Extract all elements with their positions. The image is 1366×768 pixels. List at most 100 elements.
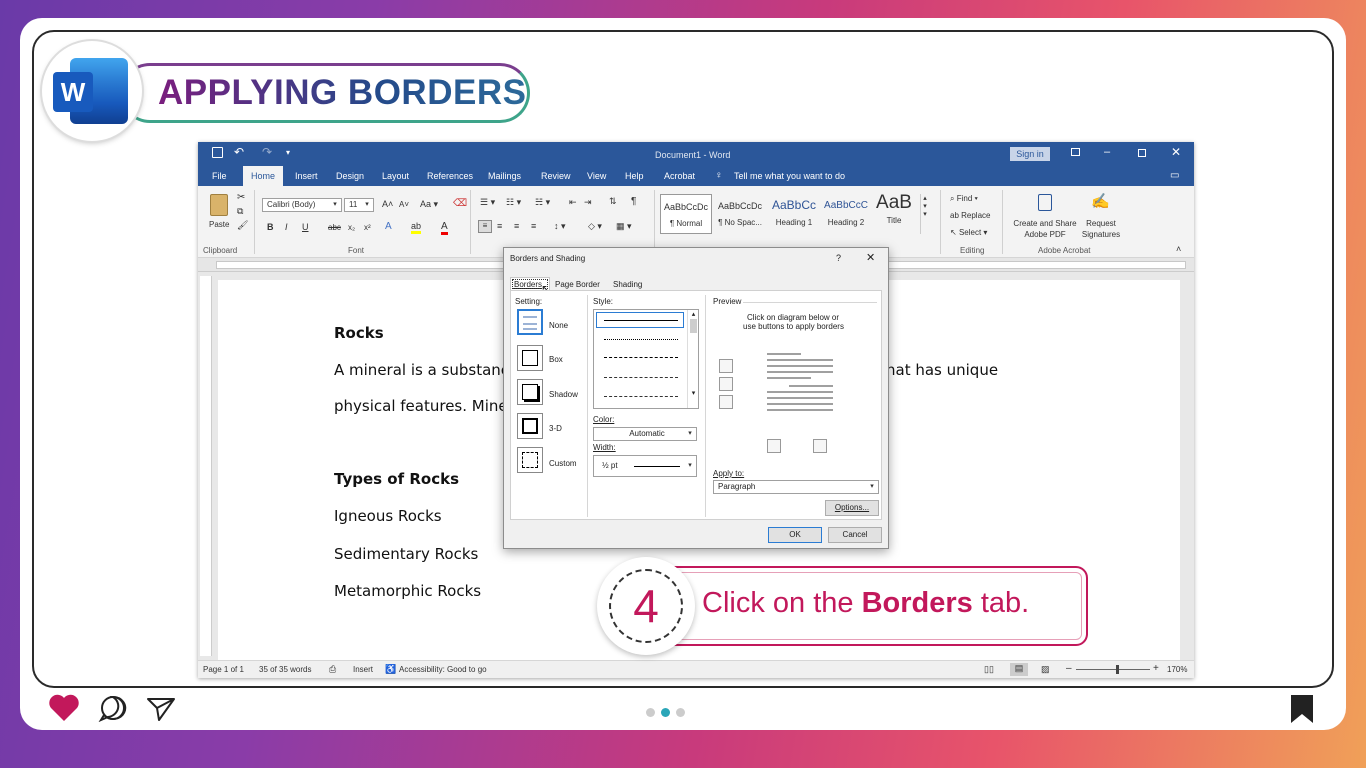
tab-mailings[interactable]: Mailings <box>488 166 521 186</box>
tab-file[interactable]: File <box>212 166 227 186</box>
setting-shadow-label[interactable]: Shadow <box>549 390 578 399</box>
show-marks-icon[interactable]: ¶ <box>631 196 636 207</box>
inside-horizontal-border-button[interactable] <box>719 377 733 391</box>
close-icon[interactable]: ✕ <box>1171 145 1181 159</box>
find-button[interactable]: ⌕ Find ▾ <box>950 194 978 204</box>
carousel-dot[interactable] <box>646 708 655 717</box>
width-select[interactable]: ½ pt ▾ <box>593 455 697 477</box>
numbering-icon[interactable]: ☷ ▾ <box>506 197 521 208</box>
align-left-icon[interactable]: ≡ <box>478 220 492 233</box>
shading-icon[interactable]: ◇ ▾ <box>588 221 602 232</box>
clear-formatting-icon[interactable]: ⌫ <box>453 198 467 209</box>
tab-help[interactable]: Help <box>625 166 644 186</box>
borders-icon[interactable]: ▦ ▾ <box>616 221 632 232</box>
paste-button[interactable]: Paste <box>209 220 229 229</box>
italic-icon[interactable]: I <box>285 222 288 232</box>
sign-in-button[interactable]: Sign in <box>1010 147 1050 161</box>
tab-design[interactable]: Design <box>336 166 364 186</box>
format-painter-icon[interactable]: 🖌 <box>237 220 248 231</box>
font-color-icon[interactable]: A <box>441 221 448 235</box>
line-style-dash-large[interactable] <box>604 377 678 378</box>
insert-mode[interactable]: Insert <box>353 665 373 674</box>
setting-custom-label[interactable]: Custom <box>549 459 577 468</box>
top-border-button[interactable] <box>719 359 733 373</box>
print-layout-icon[interactable]: ▤ <box>1010 663 1028 676</box>
preview-diagram[interactable] <box>757 345 837 415</box>
tab-review[interactable]: Review <box>541 166 571 186</box>
grow-font-icon[interactable]: A˄ <box>382 199 393 209</box>
subscript-icon[interactable]: x₂ <box>348 223 355 232</box>
replace-button[interactable]: ab Replace <box>950 211 990 220</box>
collapse-ribbon-icon[interactable]: ˄ <box>1176 244 1181 254</box>
line-style-solid[interactable] <box>604 320 678 321</box>
ok-button[interactable]: OK <box>768 527 822 543</box>
proofing-icon[interactable]: ⎙ <box>329 664 336 675</box>
decrease-indent-icon[interactable]: ⇤ <box>569 197 577 208</box>
setting-3d-label[interactable]: 3-D <box>549 424 562 433</box>
zoom-slider[interactable] <box>1076 669 1150 670</box>
font-size-select[interactable]: 11 ▾ <box>344 198 374 212</box>
text-effects-icon[interactable]: A <box>385 221 392 232</box>
change-case-icon[interactable]: Aa ▾ <box>420 199 438 210</box>
redo-icon[interactable]: ↷ <box>262 145 272 159</box>
tab-view[interactable]: View <box>587 166 606 186</box>
setting-none-icon[interactable] <box>517 309 543 335</box>
vertical-ruler[interactable] <box>200 276 212 656</box>
apply-to-select[interactable]: Paragraph ▾ <box>713 480 879 494</box>
tab-references[interactable]: References <box>427 166 473 186</box>
word-count[interactable]: 35 of 35 words <box>259 665 311 674</box>
increase-indent-icon[interactable]: ⇥ <box>584 197 592 208</box>
style-normal[interactable]: AaBbCcDc ¶ Normal <box>660 194 712 234</box>
line-style-dash-dot[interactable] <box>604 396 678 397</box>
zoom-in-icon[interactable]: + <box>1153 663 1159 674</box>
setting-box-label[interactable]: Box <box>549 355 563 364</box>
strikethrough-icon[interactable]: abc <box>328 223 341 232</box>
read-mode-icon[interactable]: ▯▯ <box>984 664 994 675</box>
justify-icon[interactable]: ≡ <box>531 221 536 231</box>
share-icon[interactable] <box>146 696 176 722</box>
style-title[interactable]: AaB Title <box>872 192 916 234</box>
cut-icon[interactable]: ✂ <box>237 192 245 203</box>
line-style-dotted[interactable] <box>604 339 678 340</box>
undo-icon[interactable]: ↶ <box>234 145 244 159</box>
page-count[interactable]: Page 1 of 1 <box>203 665 244 674</box>
maximize-icon[interactable] <box>1138 149 1146 157</box>
bottom-border-button[interactable] <box>719 395 733 409</box>
accessibility-status[interactable]: Accessibility: Good to go <box>399 665 487 674</box>
minimize-icon[interactable]: – <box>1104 146 1110 158</box>
styles-scroll[interactable]: ▴ ▾ ▾ <box>920 194 929 234</box>
carousel-dot[interactable] <box>676 708 685 717</box>
options-button[interactable]: Options... <box>825 500 879 516</box>
line-spacing-icon[interactable]: ↕ ▾ <box>554 221 566 232</box>
carousel-dot-active[interactable] <box>661 708 670 717</box>
setting-box-icon[interactable] <box>517 345 543 371</box>
font-name-select[interactable]: Calibri (Body) ▾ <box>262 198 342 212</box>
right-border-button[interactable] <box>813 439 827 453</box>
underline-icon[interactable]: U <box>302 222 309 232</box>
multilevel-list-icon[interactable]: ☵ ▾ <box>535 197 550 208</box>
dialog-close-icon[interactable]: ✕ <box>866 251 875 264</box>
setting-none-label[interactable]: None <box>549 321 568 330</box>
line-style-dash-small[interactable] <box>604 357 678 358</box>
comments-icon[interactable]: ▭ <box>1170 166 1179 186</box>
setting-3d-icon[interactable] <box>517 413 543 439</box>
left-border-button[interactable] <box>767 439 781 453</box>
sort-icon[interactable]: ⇅ <box>609 196 617 207</box>
help-button[interactable]: ? <box>836 253 841 263</box>
zoom-level[interactable]: 170% <box>1167 665 1187 674</box>
color-select[interactable]: Automatic ▾ <box>593 427 697 441</box>
setting-shadow-icon[interactable] <box>517 379 543 405</box>
ribbon-display-icon[interactable] <box>1071 148 1080 156</box>
style-list[interactable]: ▴ ▾ <box>593 309 699 409</box>
bullets-icon[interactable]: ☰ ▾ <box>480 197 495 208</box>
align-center-icon[interactable]: ≡ <box>497 221 502 231</box>
paste-icon[interactable] <box>210 194 228 216</box>
tab-home[interactable]: Home <box>243 166 284 186</box>
comment-icon[interactable] <box>98 694 128 722</box>
shrink-font-icon[interactable]: A˅ <box>399 200 409 209</box>
style-heading-1[interactable]: AaBbCc Heading 1 <box>768 194 820 234</box>
heart-icon[interactable] <box>48 694 80 722</box>
web-layout-icon[interactable]: ▨ <box>1041 664 1050 675</box>
align-right-icon[interactable]: ≡ <box>514 221 519 231</box>
style-list-scrollbar[interactable]: ▴ ▾ <box>687 310 699 408</box>
